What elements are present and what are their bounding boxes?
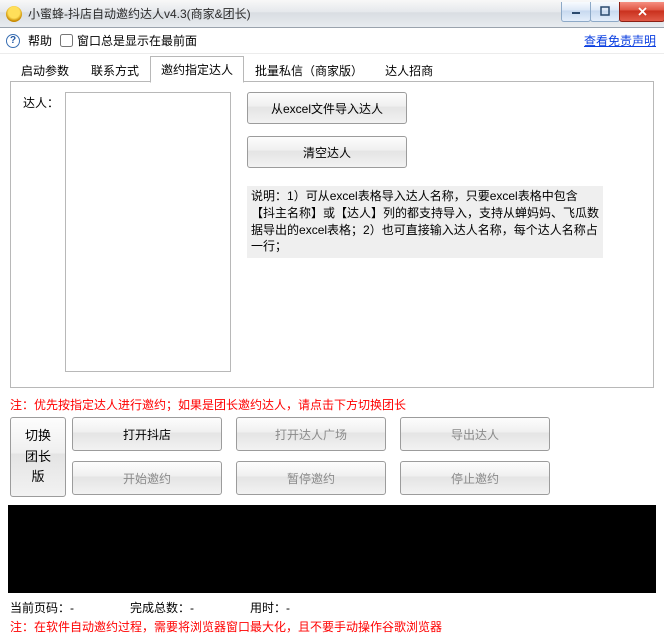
app-icon xyxy=(6,6,22,22)
daren-textarea[interactable] xyxy=(65,92,231,372)
help-icon[interactable]: ? xyxy=(6,34,20,48)
clear-daren-button[interactable]: 清空达人 xyxy=(247,136,407,168)
window-title: 小蜜蜂-抖店自动邀约达人v4.3(商家&团长) xyxy=(28,5,561,22)
status-row: 当前页码：- 完成总数：- 用时：- xyxy=(0,593,664,616)
toolbar: ? 帮助 窗口总是显示在最前面 查看免责声明 xyxy=(0,28,664,54)
minimize-button[interactable] xyxy=(561,2,591,22)
always-on-top-label: 窗口总是显示在最前面 xyxy=(77,32,197,49)
tab-startup[interactable]: 启动参数 xyxy=(10,57,80,83)
tab-contact[interactable]: 联系方式 xyxy=(80,57,150,83)
import-excel-button[interactable]: 从excel文件导入达人 xyxy=(247,92,407,124)
always-on-top-checkbox[interactable]: 窗口总是显示在最前面 xyxy=(60,32,197,49)
disclaimer-link[interactable]: 查看免责声明 xyxy=(584,32,656,49)
open-shop-button[interactable]: 打开抖店 xyxy=(72,417,222,451)
maximize-button[interactable] xyxy=(590,2,620,22)
pause-invite-button[interactable]: 暂停邀约 xyxy=(236,461,386,495)
tab-batchpm[interactable]: 批量私信（商家版） xyxy=(244,57,374,83)
start-invite-button[interactable]: 开始邀约 xyxy=(72,461,222,495)
action-area: 切换团长版 打开抖店 打开达人广场 导出达人 开始邀约 暂停邀约 停止邀约 xyxy=(0,417,664,497)
status-done-label: 完成总数： xyxy=(130,601,190,615)
tab-bar: 启动参数 联系方式 邀约指定达人 批量私信（商家版） 达人招商 xyxy=(0,54,664,82)
status-page-label: 当前页码： xyxy=(10,601,70,615)
switch-leader-button[interactable]: 切换团长版 xyxy=(10,417,66,497)
status-time-label: 用时： xyxy=(250,601,286,615)
note-browser: 注：在软件自动邀约过程，需要将浏览器窗口最大化，且不要手动操作谷歌浏览器 xyxy=(0,616,664,639)
help-label[interactable]: 帮助 xyxy=(28,32,52,49)
close-button[interactable] xyxy=(619,2,664,22)
window-titlebar: 小蜜蜂-抖店自动邀约达人v4.3(商家&团长) xyxy=(0,0,664,28)
status-page-value: - xyxy=(70,601,74,615)
status-time-value: - xyxy=(286,601,290,615)
tab-panel-invite: 达人： 从excel文件导入达人 清空达人 说明：1）可从excel表格导入达人… xyxy=(10,82,654,388)
stop-invite-button[interactable]: 停止邀约 xyxy=(400,461,550,495)
always-on-top-input[interactable] xyxy=(60,34,73,47)
export-daren-button[interactable]: 导出达人 xyxy=(400,417,550,451)
tab-recruit[interactable]: 达人招商 xyxy=(374,57,444,83)
open-plaza-button[interactable]: 打开达人广场 xyxy=(236,417,386,451)
note-priority: 注：优先按指定达人进行邀约；如果是团长邀约达人，请点击下方切换团长 xyxy=(0,388,664,417)
tab-invite[interactable]: 邀约指定达人 xyxy=(150,56,244,83)
window-controls xyxy=(561,2,664,22)
daren-label: 达人： xyxy=(23,92,59,372)
status-done-value: - xyxy=(190,601,194,615)
description-text: 说明：1）可从excel表格导入达人名称，只要excel表格中包含【抖主名称】或… xyxy=(247,186,603,258)
log-output xyxy=(8,505,656,593)
